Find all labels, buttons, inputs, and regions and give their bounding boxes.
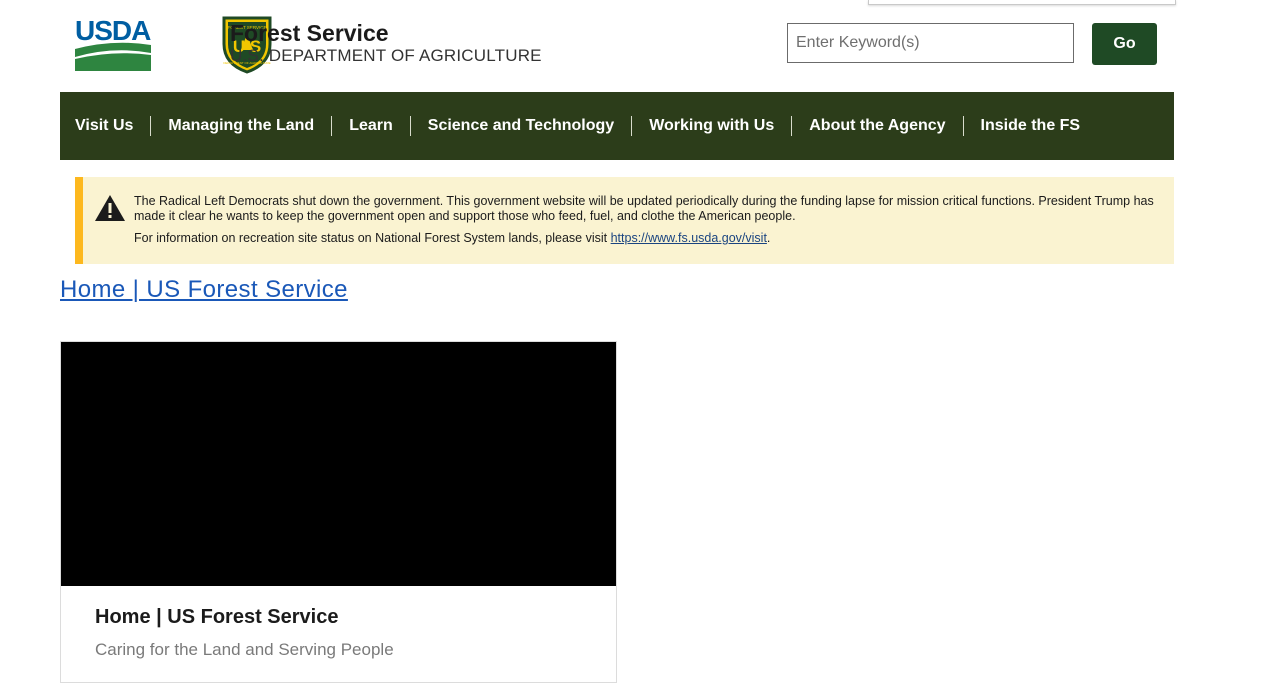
link-preview-card[interactable]: Home | US Forest Service Caring for the … — [60, 341, 617, 683]
card-title: Home | US Forest Service — [95, 606, 339, 628]
nav-item-managing-the-land[interactable]: Managing the Land — [150, 116, 331, 136]
usda-logo-text: USDA — [75, 15, 151, 46]
alert-info-suffix: . — [766, 231, 771, 245]
go-button[interactable]: Go — [1092, 23, 1157, 65]
usda-logo[interactable]: USDA — [75, 15, 151, 73]
visit-link[interactable]: https://www.fs.usda.gov/visit — [611, 231, 767, 245]
alert-body: The Radical Left Democrats shut down the… — [134, 194, 1164, 246]
warning-triangle-icon — [95, 195, 125, 221]
site-header: USDA FOREST SERVICE U S DEPARTMENT OF AG… — [60, 0, 1174, 92]
nav-item-learn[interactable]: Learn — [331, 116, 410, 136]
card-image — [61, 342, 616, 586]
nav-item-visit-us[interactable]: Visit Us — [75, 116, 150, 136]
main-nav: Visit Us Managing the Land Learn Science… — [60, 92, 1174, 160]
card-subtitle: Caring for the Land and Serving People — [95, 640, 394, 659]
department-name: U.S. DEPARTMENT OF AGRICULTURE — [230, 46, 542, 65]
home-page-link[interactable]: Home | US Forest Service — [60, 276, 348, 304]
agency-name: Forest Service — [230, 20, 389, 46]
search-input[interactable] — [787, 23, 1074, 63]
nav-item-inside-the-fs[interactable]: Inside the FS — [962, 116, 1098, 136]
shutdown-alert-banner: The Radical Left Democrats shut down the… — [75, 177, 1174, 264]
nav-item-working-with-us[interactable]: Working with Us — [631, 116, 791, 136]
nav-item-about-the-agency[interactable]: About the Agency — [791, 116, 962, 136]
agency-identifier[interactable]: Forest Service U.S. DEPARTMENT OF AGRICU… — [230, 20, 542, 66]
alert-info: For information on recreation site statu… — [134, 231, 1164, 246]
alert-info-prefix: For information on recreation site statu… — [134, 231, 611, 245]
alert-message: The Radical Left Democrats shut down the… — [134, 194, 1154, 223]
nav-item-science-and-technology[interactable]: Science and Technology — [409, 116, 631, 136]
